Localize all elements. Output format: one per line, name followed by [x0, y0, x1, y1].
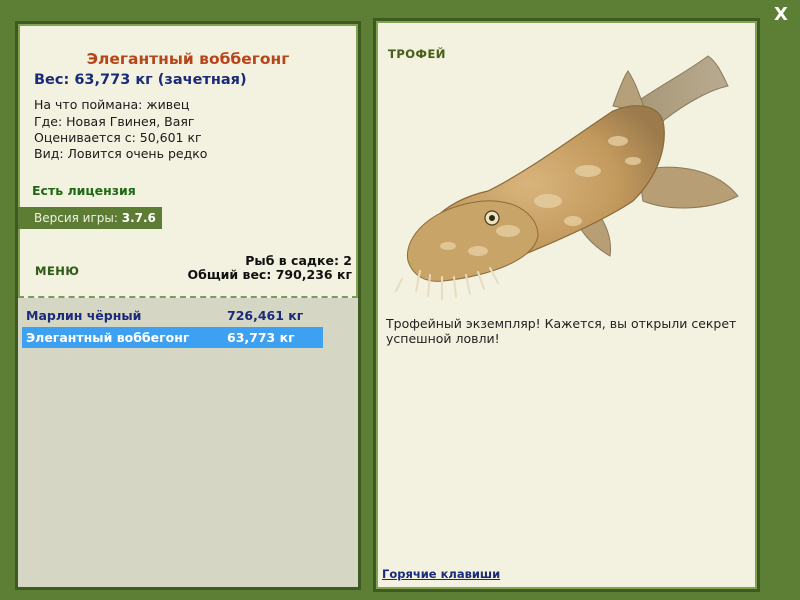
- keepnet-list: Марлин чёрный 726,461 кг Элегантный вобб…: [18, 298, 358, 587]
- trophy-panel: ТРОФЕЙ Трофейный экземпляр! Кажется, вы …: [373, 18, 760, 592]
- fish-rated-info: Оценивается с: 50,601 кг: [34, 130, 202, 145]
- menu-button[interactable]: МЕНЮ: [35, 264, 79, 278]
- wobbegong-shark-image: [395, 55, 739, 300]
- list-item-weight: 726,461 кг: [227, 308, 304, 323]
- version-label: Версия игры:: [34, 211, 122, 225]
- fish-title: Элегантный воббегонг: [86, 50, 290, 68]
- list-item-weight: 63,773 кг: [227, 330, 295, 345]
- trophy-label: ТРОФЕЙ: [388, 47, 446, 61]
- trophy-description: Трофейный экземпляр! Кажется, вы открыли…: [386, 316, 737, 346]
- fish-info-panel: Элегантный воббегонг Вес: 63,773 кг (зач…: [15, 21, 361, 590]
- keepnet-total-weight: Общий вес: 790,236 кг: [187, 267, 353, 282]
- list-item-name: Марлин чёрный: [26, 308, 142, 323]
- list-item-name: Элегантный воббегонг: [26, 330, 190, 345]
- hotkeys-link[interactable]: Горячие клавиши: [382, 567, 500, 581]
- version-value: 3.7.6: [121, 211, 156, 225]
- license-status: Есть лицензия: [32, 183, 136, 198]
- fish-weight: Вес: 63,773 кг (зачетная): [34, 72, 247, 88]
- fish-bait-info: На что поймана: живец: [34, 97, 190, 112]
- keepnet-count: Рыб в садке: 2: [245, 253, 352, 268]
- list-item[interactable]: Марлин чёрный 726,461 кг: [22, 305, 323, 326]
- fish-rarity-info: Вид: Ловится очень редко: [34, 146, 208, 161]
- close-button[interactable]: X: [772, 6, 790, 24]
- version-bar: Версия игры: 3.7.6: [18, 207, 162, 229]
- fish-location-info: Где: Новая Гвинея, Ваяг: [34, 114, 195, 129]
- list-item[interactable]: Элегантный воббегонг 63,773 кг: [22, 327, 323, 348]
